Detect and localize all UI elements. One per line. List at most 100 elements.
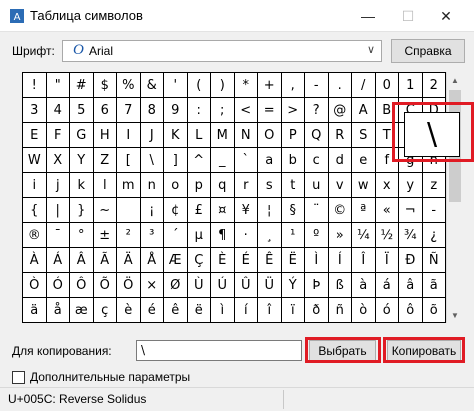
char-cell[interactable]: » [328,223,352,248]
char-cell[interactable]: Â [70,248,94,273]
char-cell[interactable] [117,198,141,223]
char-cell[interactable]: _ [211,148,235,173]
char-cell[interactable]: ¼ [352,223,376,248]
char-cell[interactable]: o [164,173,188,198]
minimize-button[interactable]: — [348,0,388,32]
chevron-down-icon[interactable]: ∨ [367,43,375,56]
char-cell[interactable]: ¿ [422,223,446,248]
char-cell[interactable]: î [258,298,282,323]
char-cell[interactable]: ® [23,223,47,248]
char-cell[interactable]: £ [187,198,211,223]
char-cell[interactable]: v [328,173,352,198]
char-cell[interactable]: W [23,148,47,173]
char-cell[interactable]: H [93,123,117,148]
scroll-down-icon[interactable]: ▼ [447,307,463,323]
char-cell[interactable]: â [399,273,423,298]
char-cell[interactable]: Ù [187,273,211,298]
char-cell[interactable]: Ô [70,273,94,298]
char-cell[interactable]: q [211,173,235,198]
char-cell[interactable]: Ú [211,273,235,298]
char-cell[interactable]: ê [164,298,188,323]
char-cell[interactable]: À [23,248,47,273]
char-cell[interactable]: ¯ [46,223,70,248]
char-cell[interactable]: ¥ [234,198,258,223]
advanced-options-label[interactable]: Дополнительные параметры [30,370,190,384]
char-cell[interactable]: I [117,123,141,148]
char-cell[interactable]: G [70,123,94,148]
char-cell[interactable]: / [352,73,376,98]
char-cell[interactable]: > [281,98,305,123]
char-cell[interactable]: ª [352,198,376,223]
char-cell[interactable]: ] [164,148,188,173]
char-cell[interactable]: É [234,248,258,273]
char-cell[interactable]: @ [328,98,352,123]
char-cell[interactable]: x [375,173,399,198]
char-cell[interactable]: ñ [328,298,352,323]
char-cell[interactable]: 7 [117,98,141,123]
char-cell[interactable]: ? [305,98,329,123]
char-cell[interactable]: ë [187,298,211,323]
char-cell[interactable]: Ì [305,248,329,273]
char-cell[interactable]: w [352,173,376,198]
char-cell[interactable]: X [46,148,70,173]
char-cell[interactable]: © [328,198,352,223]
char-cell[interactable]: E [23,123,47,148]
char-cell[interactable]: # [70,73,94,98]
char-cell[interactable]: ¨ [305,198,329,223]
char-cell[interactable]: K [164,123,188,148]
char-cell[interactable]: ½ [375,223,399,248]
char-cell[interactable]: z [422,173,446,198]
char-cell[interactable]: [ [117,148,141,173]
char-cell[interactable]: é [140,298,164,323]
char-cell[interactable]: Å [140,248,164,273]
char-cell[interactable]: s [258,173,282,198]
char-cell[interactable]: S [352,123,376,148]
char-cell[interactable]: ; [211,98,235,123]
char-cell[interactable]: " [46,73,70,98]
scroll-up-icon[interactable]: ▲ [447,72,463,88]
char-cell[interactable]: Ø [164,273,188,298]
char-cell[interactable]: ¢ [164,198,188,223]
char-cell[interactable]: ð [305,298,329,323]
char-cell[interactable]: ' [164,73,188,98]
char-cell[interactable]: u [305,173,329,198]
char-cell[interactable]: O [258,123,282,148]
char-cell[interactable]: : [187,98,211,123]
char-cell[interactable]: < [234,98,258,123]
char-cell[interactable]: Ã [93,248,117,273]
char-cell[interactable]: t [281,173,305,198]
char-cell[interactable]: 5 [70,98,94,123]
char-cell[interactable]: ¶ [211,223,235,248]
char-cell[interactable]: Ë [281,248,305,273]
char-cell[interactable]: ã [422,273,446,298]
char-cell[interactable]: F [46,123,70,148]
char-cell[interactable]: a [258,148,282,173]
char-cell[interactable]: y [399,173,423,198]
char-cell[interactable]: L [187,123,211,148]
char-cell[interactable]: r [234,173,258,198]
char-cell[interactable]: Ê [258,248,282,273]
char-cell[interactable]: Ý [281,273,305,298]
char-cell[interactable]: i [23,173,47,198]
char-cell[interactable]: } [70,198,94,223]
char-cell[interactable]: í [234,298,258,323]
char-cell[interactable]: õ [422,298,446,323]
char-cell[interactable]: Ñ [422,248,446,273]
char-cell[interactable]: Ó [46,273,70,298]
char-cell[interactable]: « [375,198,399,223]
char-cell[interactable]: ç [93,298,117,323]
char-cell[interactable]: R [328,123,352,148]
char-cell[interactable]: p [187,173,211,198]
char-cell[interactable]: j [46,173,70,198]
char-cell[interactable]: ( [187,73,211,98]
char-cell[interactable]: Í [328,248,352,273]
char-cell[interactable]: 3 [23,98,47,123]
char-cell[interactable]: P [281,123,305,148]
char-cell[interactable]: · [234,223,258,248]
char-cell[interactable]: Õ [93,273,117,298]
char-cell[interactable]: A [352,98,376,123]
char-cell[interactable]: µ [187,223,211,248]
char-cell[interactable]: b [281,148,305,173]
char-cell[interactable]: ´ [164,223,188,248]
char-cell[interactable]: à [352,273,376,298]
